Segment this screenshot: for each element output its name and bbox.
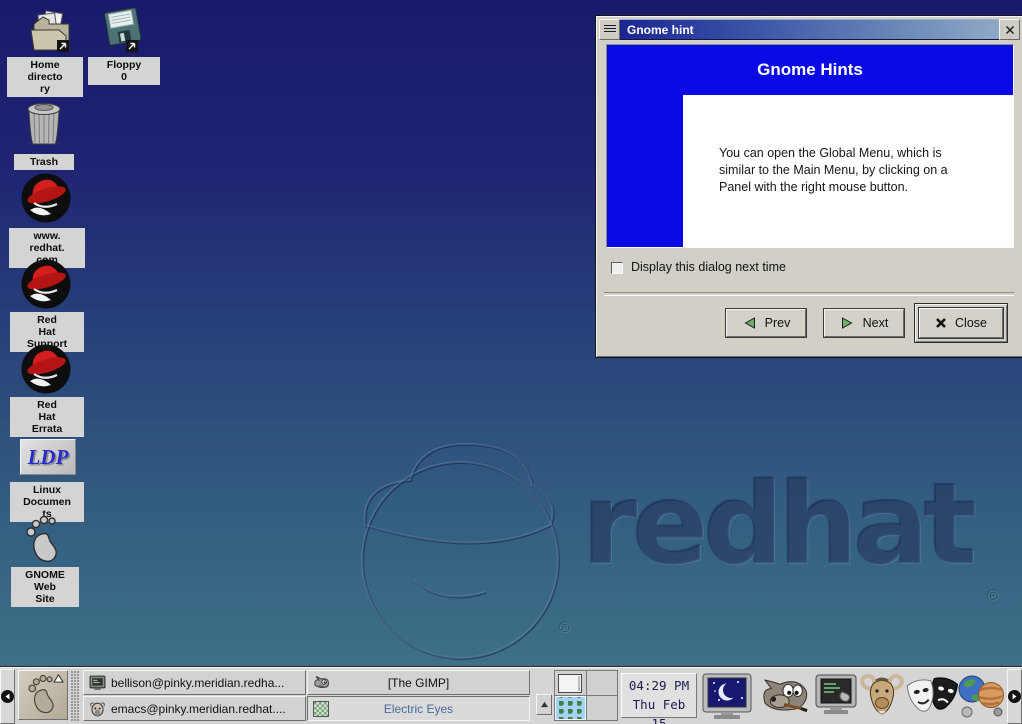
close-button-label: Close xyxy=(955,316,987,330)
tasklist-popup-button[interactable] xyxy=(536,694,552,715)
watermark-text: redhat xyxy=(582,460,972,590)
menu-triangle-badge xyxy=(53,674,64,683)
ldp-icon-text: LDP xyxy=(28,445,69,470)
desktop-icon-red-hat-support[interactable]: Red Hat Support xyxy=(10,256,84,350)
pager-desktop-3-active[interactable] xyxy=(555,696,586,720)
panel-hide-right-button[interactable] xyxy=(1007,669,1022,724)
redhat-logo-icon xyxy=(20,343,72,395)
emacs-launcher[interactable] xyxy=(858,672,906,723)
ldp-icon: LDP xyxy=(20,439,76,475)
close-button[interactable]: Close xyxy=(919,308,1003,338)
pager-desktop-1[interactable] xyxy=(555,671,586,695)
hide-left-icon xyxy=(1,690,14,703)
redhat-logo-icon xyxy=(20,258,72,310)
task-label: [The GIMP] xyxy=(388,676,449,690)
task-label: bellison@pinky.meridian.redha... xyxy=(111,676,284,690)
trash-icon xyxy=(20,98,68,150)
icon-label: Trash xyxy=(14,154,74,170)
clock-time: 04:29 PM xyxy=(622,676,696,695)
dialog-separator xyxy=(604,292,1014,296)
floppy-icon xyxy=(100,4,146,52)
desktop-icon-trash[interactable]: Trash xyxy=(14,96,76,174)
symlink-arrow-badge xyxy=(57,40,69,52)
watermark-registered-text: ® xyxy=(988,588,999,605)
hint-text: You can open the Global Menu, which is s… xyxy=(719,145,948,196)
window-close-button[interactable] xyxy=(999,19,1020,40)
gimp-launcher[interactable] xyxy=(758,676,810,723)
planets-launcher[interactable] xyxy=(956,673,1006,724)
panel-hide-left-button[interactable] xyxy=(0,669,15,724)
dialog-titlebar[interactable]: Gnome hint xyxy=(599,19,1020,40)
gnome-panel: bellison@pinky.meridian.redha... emacs@p… xyxy=(0,667,1022,724)
desk-guide-pager xyxy=(554,670,618,721)
task-button-gimp[interactable]: [The GIMP] xyxy=(307,670,530,695)
task-button-bellison[interactable]: bellison@pinky.meridian.redha... xyxy=(83,670,306,695)
next-button[interactable]: Next xyxy=(824,309,904,337)
main-menu-button[interactable] xyxy=(18,670,68,720)
prev-button[interactable]: Prev xyxy=(726,309,806,337)
gnome-foot-icon xyxy=(21,515,67,565)
desktop-icon-gnome-web-site[interactable]: GNOME Web Site xyxy=(11,515,79,607)
next-button-label: Next xyxy=(863,316,889,330)
symlink-arrow-badge xyxy=(126,40,138,52)
hint-header: Gnome Hints xyxy=(607,45,1013,95)
window-menu-icon xyxy=(604,25,616,34)
theme-selector-launcher[interactable] xyxy=(906,675,960,724)
clock-applet[interactable]: 04:29 PM Thu Feb 15 xyxy=(621,673,697,718)
hint-panel: Gnome Hints You can open the Global Menu… xyxy=(606,44,1014,248)
emacs-gnu-icon xyxy=(89,700,106,717)
desktop-icon-home-directory[interactable]: Home directo ry xyxy=(7,4,83,99)
display-dialog-checkbox-label: Display this dialog next time xyxy=(631,260,786,274)
shadowman-watermark-icon xyxy=(320,430,600,665)
icon-label: Home directo ry xyxy=(7,57,83,97)
emacs-launcher-icon xyxy=(858,672,906,718)
prev-icon xyxy=(742,316,757,330)
panel-separator xyxy=(71,671,80,721)
redhat-watermark: redhat ® ® xyxy=(320,430,1020,665)
task-label: emacs@pinky.meridian.redhat.... xyxy=(111,702,286,716)
icon-label: Red Hat Errata xyxy=(10,397,84,437)
desktop-icon-red-hat-errata[interactable]: Red Hat Errata xyxy=(10,341,84,435)
desktop[interactable]: redhat ® ® Home directo ry xyxy=(0,0,1022,724)
gimp-wilber-icon xyxy=(313,674,331,690)
dialog-title: Gnome hint xyxy=(620,19,999,40)
close-button-default-ring: Close xyxy=(914,303,1008,343)
window-menu-button[interactable] xyxy=(599,19,620,40)
icon-label: GNOME Web Site xyxy=(11,567,79,607)
redhat-logo-icon xyxy=(20,172,72,224)
planets-icon xyxy=(956,673,1006,719)
task-button-emacs[interactable]: emacs@pinky.meridian.redhat.... xyxy=(83,696,306,721)
pager-mini-window xyxy=(558,674,582,693)
watermark-registered-foot: ® xyxy=(560,620,571,637)
gnome-terminal-launcher[interactable] xyxy=(812,672,860,723)
screensaver-applet[interactable] xyxy=(700,671,754,724)
hint-body: You can open the Global Menu, which is s… xyxy=(683,95,1013,247)
task-label: Electric Eyes xyxy=(384,702,453,716)
display-dialog-checkbox[interactable] xyxy=(611,262,623,274)
hide-right-icon xyxy=(1008,690,1021,703)
close-icon xyxy=(1005,25,1015,35)
pager-desktop-4[interactable] xyxy=(587,696,618,720)
desktop-icon-floppy-0[interactable]: Floppy 0 xyxy=(88,4,160,88)
prev-button-label: Prev xyxy=(765,316,791,330)
terminal-launcher-icon xyxy=(812,672,860,718)
electric-eyes-icon xyxy=(313,701,329,717)
desktop-icon-www-redhat-com[interactable]: www. redhat. com xyxy=(9,170,85,264)
close-x-icon xyxy=(935,317,947,329)
gnome-hint-dialog: Gnome hint Gnome Hints You can open the … xyxy=(595,15,1022,358)
screensaver-icon xyxy=(700,671,754,721)
up-arrow-icon xyxy=(540,701,549,708)
next-icon xyxy=(840,316,855,330)
pager-desktop-2[interactable] xyxy=(587,671,618,695)
desktop-icon-linux-documents[interactable]: LDP Linux Documen ts xyxy=(10,437,84,519)
masks-icon xyxy=(906,675,960,719)
gimp-launcher-icon xyxy=(758,676,810,718)
terminal-icon xyxy=(89,674,106,691)
task-button-electric-eyes[interactable]: Electric Eyes xyxy=(307,696,530,721)
clock-date: Thu Feb 15 xyxy=(622,695,696,724)
icon-label: Floppy 0 xyxy=(88,57,160,85)
